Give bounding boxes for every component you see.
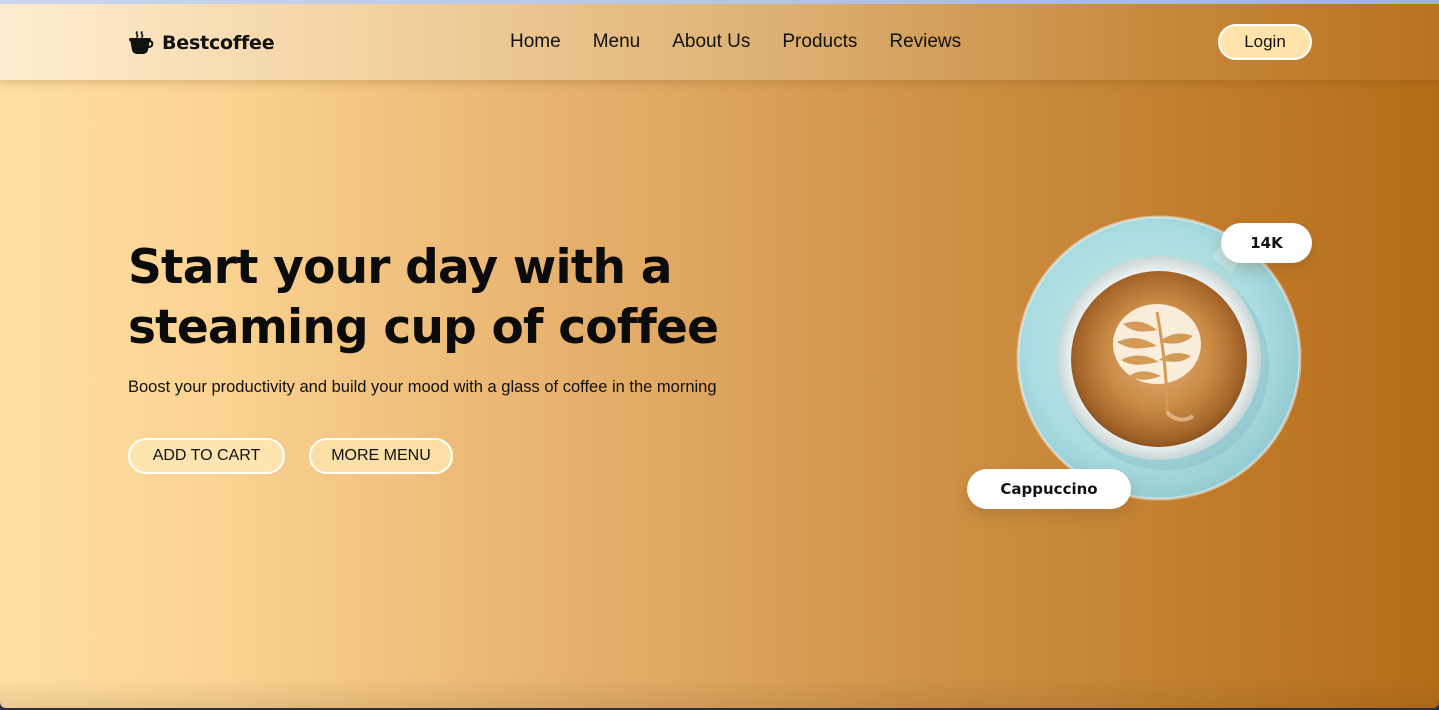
product-name-badge: Cappuccino — [967, 469, 1131, 509]
landing-page: Bestcoffee Home Menu About Us Products R… — [0, 4, 1439, 708]
brand-name: Bestcoffee — [162, 32, 275, 54]
login-button[interactable]: Login — [1218, 24, 1312, 60]
coffee-cup-icon — [129, 31, 154, 54]
add-to-cart-button[interactable]: ADD TO CART — [128, 438, 285, 474]
nav-item-home[interactable]: Home — [510, 31, 561, 53]
main-nav: Home Menu About Us Products Reviews — [510, 31, 961, 53]
nav-item-reviews[interactable]: Reviews — [889, 31, 961, 53]
hero-title-line-2: steaming cup of coffee — [128, 300, 719, 355]
popularity-count-badge: 14K — [1221, 223, 1312, 263]
brand-logo[interactable]: Bestcoffee — [128, 30, 275, 56]
hero-title: Start your day with a steaming cup of co… — [128, 238, 768, 358]
more-menu-button[interactable]: MORE MENU — [309, 438, 453, 474]
hero-subtitle: Boost your productivity and build your m… — [128, 378, 717, 396]
nav-item-menu[interactable]: Menu — [593, 31, 641, 53]
nav-item-about-us[interactable]: About Us — [672, 31, 750, 53]
nav-item-products[interactable]: Products — [782, 31, 857, 53]
top-navbar: Bestcoffee Home Menu About Us Products R… — [0, 4, 1439, 80]
hero-title-line-1: Start your day with a — [128, 240, 672, 295]
